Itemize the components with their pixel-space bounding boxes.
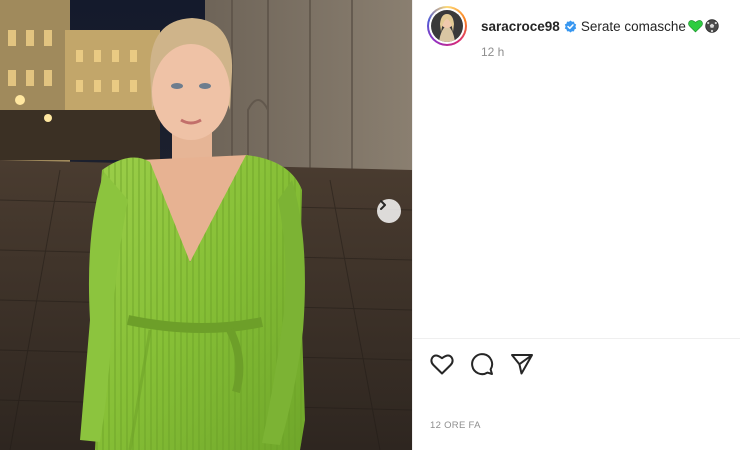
chevron-right-icon — [380, 200, 386, 210]
avatar-image — [431, 10, 463, 42]
comment-button[interactable] — [469, 351, 495, 377]
post-photo[interactable] — [0, 0, 412, 450]
heart-icon — [430, 354, 454, 375]
avatar-photo — [431, 10, 463, 42]
like-button[interactable] — [429, 351, 455, 377]
comment-icon — [471, 353, 494, 376]
divider — [413, 338, 740, 339]
soccer-ball-icon — [705, 19, 719, 33]
username-link[interactable]: saracroce98 — [481, 19, 560, 34]
share-button[interactable] — [509, 351, 535, 377]
post-date: 12 ORE FA — [430, 420, 481, 431]
post-caption: Serate comasche — [580, 18, 686, 34]
caption-line: saracroce98 Serate comasche — [481, 19, 719, 34]
next-photo-button[interactable] — [377, 199, 401, 223]
post-header: saracroce98 Serate comasche — [427, 6, 732, 46]
green-heart-icon — [688, 19, 703, 33]
photo-illustration — [0, 0, 412, 450]
post-side-panel: saracroce98 Serate comasche 12 h 12 ORE … — [412, 0, 740, 450]
post-time: 12 h — [481, 45, 505, 59]
avatar[interactable] — [427, 6, 467, 46]
avatar-frame — [429, 8, 465, 44]
verified-badge-icon — [564, 20, 577, 33]
paper-plane-icon — [511, 354, 533, 375]
post-actions — [429, 351, 535, 377]
